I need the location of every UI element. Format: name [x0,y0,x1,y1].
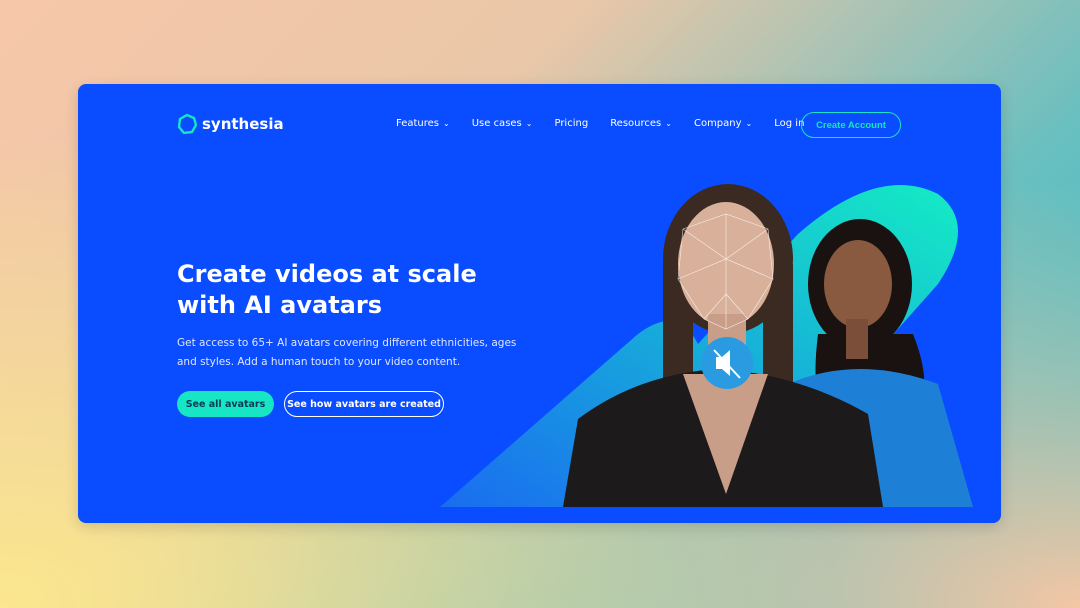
chevron-down-icon: ⌄ [745,119,753,128]
chevron-down-icon: ⌄ [443,119,450,128]
hero-card: synthesia Features ⌄ Use cases ⌄ Pricing R… [78,84,1001,523]
mute-button[interactable] [701,337,753,389]
brand-name: synthesia [202,115,284,133]
hero-subtitle: Get access to 65+ AI avatars covering di… [177,337,517,368]
nav-pricing[interactable]: Pricing [554,118,588,129]
logo-icon [177,114,197,134]
nav-resources[interactable]: Resources ⌄ [610,118,672,129]
chevron-down-icon: ⌄ [525,119,533,128]
nav-company[interactable]: Company ⌄ [694,118,752,129]
nav-login[interactable]: Log in [774,118,804,129]
see-how-avatars-created-button[interactable]: See how avatars are created [284,391,444,417]
top-nav: synthesia Features ⌄ Use cases ⌄ Pricing R… [78,84,1001,164]
see-all-avatars-button[interactable]: See all avatars [177,391,274,417]
nav-links: Features ⌄ Use cases ⌄ Pricing Resources ⌄ … [396,118,804,129]
chevron-down-icon: ⌄ [665,119,672,128]
nav-use-cases[interactable]: Use cases ⌄ [472,118,533,129]
hero-title: Create videos at scale with AI avatars [177,260,477,319]
nav-features[interactable]: Features ⌄ [396,118,450,129]
create-account-button[interactable]: Create Account [801,112,901,138]
logo[interactable]: synthesia [177,114,284,134]
